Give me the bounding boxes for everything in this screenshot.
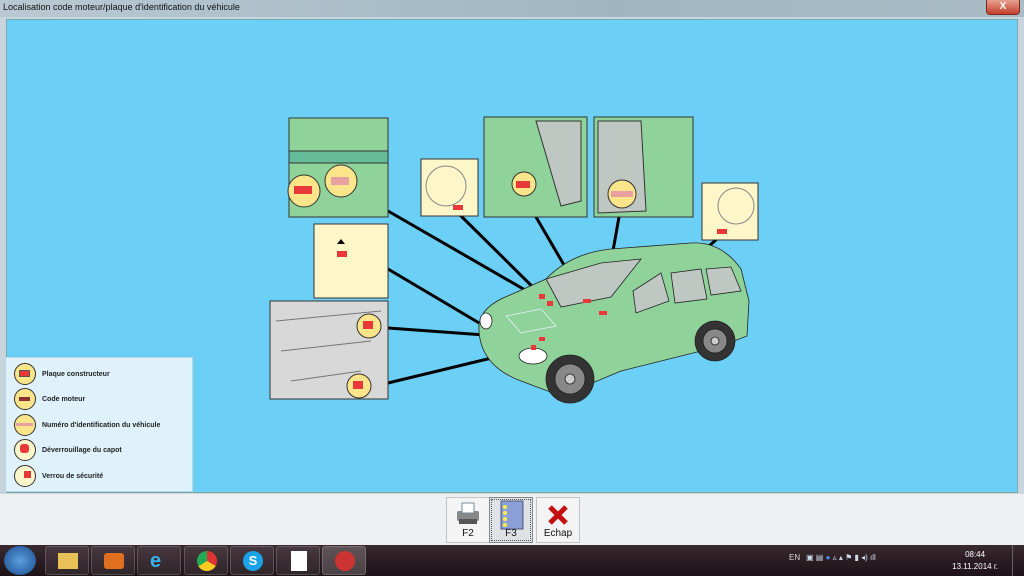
legend-toggle-button[interactable]: F3 — [489, 497, 533, 543]
escape-button[interactable]: Echap — [536, 497, 580, 543]
legend-label: Plaque constructeur — [42, 370, 110, 378]
legend-item: Déverrouillage du capot — [14, 439, 122, 461]
safety-latch-icon — [14, 465, 36, 487]
close-x-icon — [548, 505, 568, 525]
echap-label: Echap — [543, 528, 573, 539]
inset-hood-release — [313, 223, 389, 299]
inset-engine-bay-plates — [287, 117, 389, 218]
taskbar-cards-icon[interactable] — [276, 546, 320, 575]
inset-engine-compartment — [269, 300, 389, 400]
car-illustration — [478, 242, 750, 404]
title-bar: Localisation code moteur/plaque d'identi… — [0, 0, 1024, 17]
legend-item: Plaque constructeur — [14, 363, 110, 385]
inset-steering-column — [701, 182, 759, 241]
legend-label: Déverrouillage du capot — [42, 446, 122, 454]
bottom-toolbar: F2 F3 Echap — [0, 493, 1024, 545]
window-title: Localisation code moteur/plaque d'identi… — [3, 2, 240, 12]
list-icon — [500, 500, 524, 530]
show-desktop-button[interactable] — [1012, 545, 1024, 576]
language-indicator[interactable]: EN — [789, 553, 800, 562]
clock-time: 08:44 — [965, 550, 986, 559]
manufacturer-plate-icon — [14, 363, 36, 385]
tray-icons[interactable]: ▣ ▤ ● ▵ ▴ ⚑ ▮ ◂) ıll — [806, 553, 876, 562]
clock[interactable]: 08:44 13.11.2014 г. — [952, 549, 998, 573]
taskbar-media-player-icon[interactable] — [91, 546, 135, 575]
inset-b-pillar — [593, 116, 694, 218]
vin-icon — [14, 414, 36, 436]
legend-panel: Plaque constructeur Code moteur Numéro d… — [5, 357, 193, 492]
inset-door-pillar — [483, 116, 588, 218]
f2-label: F2 — [462, 528, 474, 539]
taskbar-skype-icon[interactable]: S — [230, 546, 274, 575]
legend-item: Code moteur — [14, 388, 85, 410]
engine-code-icon — [14, 388, 36, 410]
hood-release-icon — [14, 439, 36, 461]
taskbar-explorer-icon[interactable] — [45, 546, 89, 575]
close-button[interactable]: X — [986, 0, 1020, 15]
legend-label: Numéro d'identification du véhicule — [42, 421, 161, 429]
taskbar-diagnostic-app-icon[interactable] — [322, 546, 366, 575]
legend-item: Verrou de sécurité — [14, 465, 103, 487]
clock-date: 13.11.2014 г. — [952, 562, 998, 571]
taskbar: e S EN ▣ ▤ ● ▵ ▴ ⚑ ▮ ◂) ıll 08:44 13.11.2… — [0, 545, 1024, 576]
legend-item: Numéro d'identification du véhicule — [14, 414, 160, 436]
f3-label: F3 — [505, 528, 517, 539]
print-button[interactable]: F2 — [446, 497, 490, 543]
legend-label: Verrou de sécurité — [42, 472, 104, 480]
taskbar-chrome-icon[interactable] — [184, 546, 228, 575]
taskbar-ie-icon[interactable]: e — [137, 546, 181, 575]
start-button[interactable] — [4, 546, 36, 575]
inset-dashboard-vin — [420, 158, 479, 217]
printer-icon — [457, 502, 479, 524]
legend-label: Code moteur — [42, 395, 86, 403]
